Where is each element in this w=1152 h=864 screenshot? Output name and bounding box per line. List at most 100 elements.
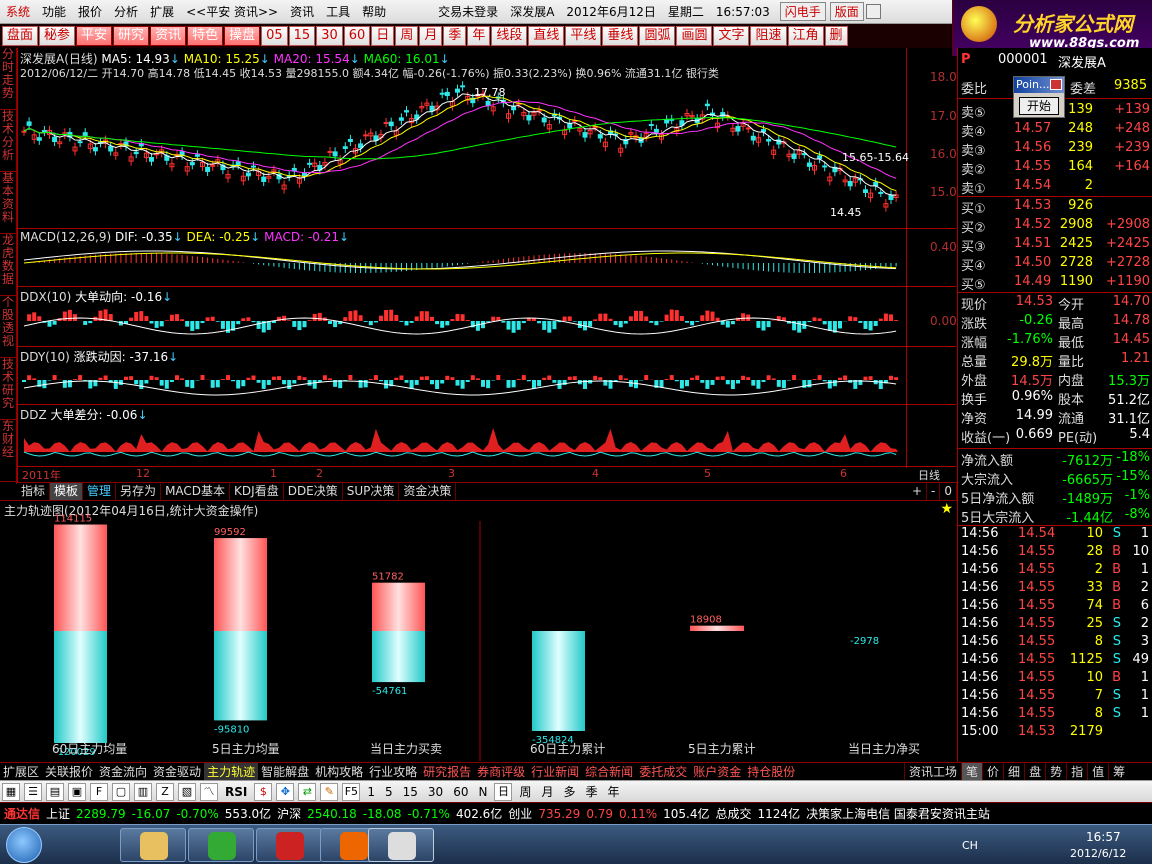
toolbar-segment[interactable]: 线段 bbox=[491, 26, 528, 46]
dollar-icon[interactable]: $ bbox=[254, 782, 273, 801]
leftnav-tech[interactable]: 技术分析 bbox=[0, 110, 16, 172]
zoom-out-button[interactable]: - bbox=[927, 483, 941, 500]
period-day[interactable]: 日 bbox=[494, 782, 513, 801]
func-report[interactable]: 研究报告 bbox=[420, 763, 474, 780]
toolbar-hline[interactable]: 平线 bbox=[565, 26, 602, 46]
tab-macd-basic[interactable]: MACD基本 bbox=[161, 483, 231, 500]
tab-fund[interactable]: 资金决策 bbox=[399, 483, 457, 500]
period-year[interactable]: 年 bbox=[603, 783, 625, 800]
period-month[interactable]: 月 bbox=[536, 783, 558, 800]
toolbar-arc[interactable]: 圆弧 bbox=[639, 26, 676, 46]
func-news[interactable]: 综合新闻 bbox=[582, 763, 636, 780]
leftnav-east[interactable]: 东财经 bbox=[0, 420, 16, 482]
taskbar-app-paint[interactable] bbox=[368, 828, 434, 862]
func-funddrive[interactable]: 资金驱动 bbox=[150, 763, 204, 780]
period-60[interactable]: 60 bbox=[448, 785, 473, 799]
func-infoworks[interactable]: 资讯工场 bbox=[904, 763, 961, 780]
toolbar-quarter[interactable]: 季 bbox=[443, 26, 467, 46]
toolbar-line[interactable]: 直线 bbox=[528, 26, 565, 46]
toolbar-delete[interactable]: 删 bbox=[824, 26, 848, 46]
period-quarter[interactable]: 季 bbox=[581, 783, 603, 800]
period-week[interactable]: 周 bbox=[514, 783, 536, 800]
leftnav-stock[interactable]: 个股透视 bbox=[0, 296, 16, 358]
func-value[interactable]: 值 bbox=[1087, 763, 1108, 780]
func-extend[interactable]: 扩展区 bbox=[0, 763, 42, 780]
taskbar-app-s[interactable] bbox=[256, 828, 322, 862]
func-institution[interactable]: 机构攻略 bbox=[312, 763, 366, 780]
period-label[interactable]: 日线 bbox=[918, 467, 940, 483]
toolbar-research[interactable]: 研究 bbox=[113, 26, 150, 46]
menu-help[interactable]: 帮助 bbox=[356, 3, 392, 20]
taskbar-explorer[interactable] bbox=[120, 828, 186, 862]
chart-canvas[interactable] bbox=[18, 48, 956, 482]
toolbar-info[interactable]: 资讯 bbox=[150, 26, 187, 46]
doc-icon[interactable]: ▣ bbox=[68, 782, 86, 801]
toolbar-feature[interactable]: 特色 bbox=[187, 26, 224, 46]
news-ticker[interactable]: 决策家上海电信 国泰君安资讯主站 bbox=[806, 805, 990, 822]
period-n[interactable]: N bbox=[473, 785, 492, 799]
toolbar-text[interactable]: 文字 bbox=[713, 26, 750, 46]
layout-button[interactable]: 版面 bbox=[829, 2, 864, 21]
leftnav-minute[interactable]: 分时走势 bbox=[0, 48, 16, 110]
calc-icon[interactable]: ▥ bbox=[134, 782, 152, 801]
func-holdings[interactable]: 持仓股份 bbox=[744, 763, 798, 780]
tab-sup[interactable]: SUP决策 bbox=[343, 483, 400, 500]
start-button[interactable]: 开始 bbox=[1019, 97, 1059, 115]
func-chips[interactable]: 筹 bbox=[1108, 763, 1129, 780]
tab-saveas[interactable]: 另存为 bbox=[116, 483, 162, 500]
start-button[interactable] bbox=[6, 827, 42, 863]
toolbar-pingan[interactable]: 平安 bbox=[76, 26, 113, 46]
close-icon[interactable] bbox=[1050, 79, 1062, 90]
func-smart[interactable]: 智能解盘 bbox=[258, 763, 312, 780]
period-multi[interactable]: 多 bbox=[559, 783, 581, 800]
func-fundflow[interactable]: 资金流向 bbox=[96, 763, 150, 780]
tab-manage[interactable]: 管理 bbox=[83, 483, 117, 500]
func-rating[interactable]: 券商评级 bbox=[474, 763, 528, 780]
menu-function[interactable]: 功能 bbox=[36, 3, 72, 20]
reset-button[interactable]: 0 bbox=[940, 483, 957, 500]
toolbar-angle[interactable]: 江角 bbox=[787, 26, 824, 46]
f10-icon[interactable]: F bbox=[90, 782, 108, 801]
func-detail[interactable]: 细 bbox=[1003, 763, 1024, 780]
menu-tools[interactable]: 工具 bbox=[320, 3, 356, 20]
menu-quote[interactable]: 报价 bbox=[72, 3, 108, 20]
func-pan[interactable]: 盘 bbox=[1024, 763, 1045, 780]
tab-template[interactable]: 模板 bbox=[50, 483, 84, 500]
toolbar-pan[interactable]: 盘面 bbox=[2, 26, 39, 46]
menu-pingan[interactable]: <<平安 资讯>> bbox=[180, 3, 284, 20]
tab-kdj[interactable]: KDJ看盘 bbox=[230, 483, 284, 500]
table-icon[interactable]: ▤ bbox=[46, 782, 64, 801]
toolbar-trade[interactable]: 操盘 bbox=[224, 26, 261, 46]
period-30[interactable]: 30 bbox=[423, 785, 448, 799]
rsi-button[interactable]: RSI bbox=[220, 785, 252, 799]
func-related[interactable]: 关联报价 bbox=[42, 763, 96, 780]
leftnav-basic[interactable]: 基本资料 bbox=[0, 172, 16, 234]
grid-icon[interactable]: ▦ bbox=[2, 782, 20, 801]
func-price[interactable]: 价 bbox=[982, 763, 1003, 780]
tab-indicator[interactable]: 指标 bbox=[17, 483, 51, 500]
chart-area[interactable]: 深发展A(日线) MA5: 14.93↓ MA10: 15.25↓ MA20: … bbox=[17, 48, 964, 484]
menu-news[interactable]: 资讯 bbox=[284, 3, 320, 20]
toolbar-circle[interactable]: 画圆 bbox=[676, 26, 713, 46]
toolbar-05[interactable]: 05 bbox=[261, 26, 288, 46]
lang-indicator[interactable]: CH bbox=[962, 839, 978, 852]
toolbar-mican[interactable]: 秘参 bbox=[39, 26, 76, 46]
menu-analysis[interactable]: 分析 bbox=[108, 3, 144, 20]
period-5[interactable]: 5 bbox=[380, 785, 398, 799]
line-chart-icon[interactable]: 〽 bbox=[200, 782, 218, 801]
toolbar-resist[interactable]: 阻速 bbox=[750, 26, 787, 46]
func-orders[interactable]: 委托成交 bbox=[636, 763, 690, 780]
f5-button[interactable]: F5 bbox=[342, 782, 361, 801]
menu-extend[interactable]: 扩展 bbox=[144, 3, 180, 20]
func-account[interactable]: 账户资金 bbox=[690, 763, 744, 780]
flash-trade-button[interactable]: 闪电手 bbox=[779, 2, 826, 21]
page-icon[interactable]: ▢ bbox=[112, 782, 130, 801]
func-industry[interactable]: 行业攻略 bbox=[366, 763, 420, 780]
move-icon[interactable]: ✥ bbox=[276, 782, 295, 801]
leftnav-dragon[interactable]: 龙虎数据 bbox=[0, 234, 16, 296]
leftnav-research[interactable]: 技术研究 bbox=[0, 358, 16, 420]
minimize-button[interactable] bbox=[865, 4, 881, 19]
arrows-icon[interactable]: ⇄ bbox=[298, 782, 317, 801]
period-1[interactable]: 1 bbox=[362, 785, 380, 799]
period-15[interactable]: 15 bbox=[398, 785, 423, 799]
